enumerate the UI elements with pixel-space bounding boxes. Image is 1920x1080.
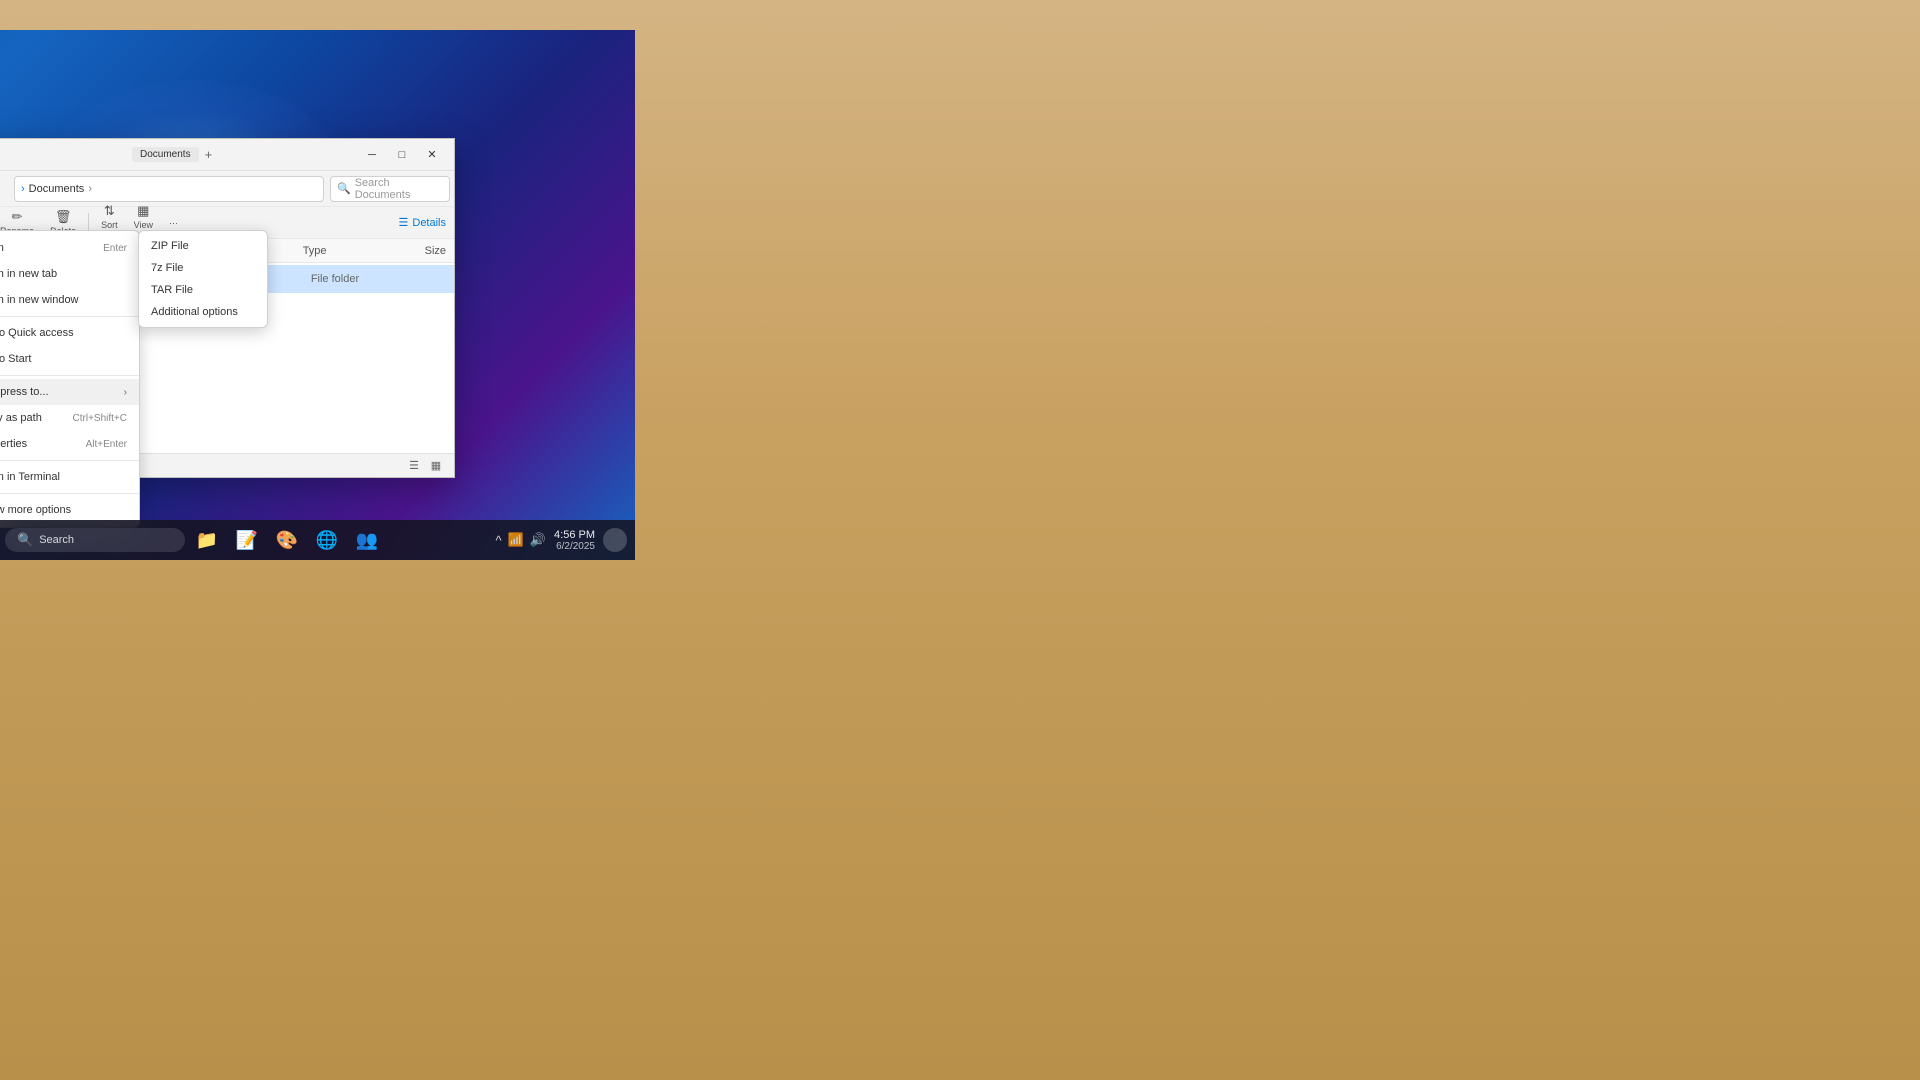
maximize-btn[interactable]: □ — [388, 143, 416, 167]
clock-date: 6/2/2025 — [556, 541, 595, 552]
taskbar-search-icon: 🔍 — [17, 532, 33, 548]
taskbar-teams-btn[interactable]: 👥 — [349, 522, 385, 558]
view-label: View — [134, 220, 153, 230]
ctx-pin-start[interactable]: 📍 Pin to Start — [0, 346, 139, 372]
address-chevron-icon: › — [21, 183, 25, 195]
ctx-open-shortcut: Enter — [103, 243, 127, 254]
taskbar: ⊞ 🔍 Search 📁 📝 🎨 🌐 👥 ^ 📶 🔊 4:56 PM 6/2/2… — [0, 520, 635, 560]
network-tray-icon: 📶 — [508, 532, 524, 548]
ctx-properties-shortcut: Alt+Enter — [86, 439, 127, 450]
clock-time: 4:56 PM — [554, 529, 595, 541]
taskbar-edge-btn[interactable]: 🌐 — [309, 522, 345, 558]
ctx-terminal-label: Open in Terminal — [0, 471, 127, 483]
rename-icon: ✏ — [12, 209, 23, 225]
new-tab-btn[interactable]: + — [205, 147, 213, 162]
sort-label: Sort — [101, 220, 118, 230]
more-label: ··· — [169, 218, 178, 228]
sub-zip-label: ZIP File — [151, 240, 189, 252]
ctx-sep-4 — [0, 493, 139, 494]
ctx-pin-quick-label: Pin to Quick access — [0, 327, 127, 339]
window-title: Documents — [0, 149, 128, 161]
sub-additional[interactable]: Additional options — [139, 301, 267, 323]
taskbar-center: 🔍 Search 📁 📝 🎨 🌐 👥 — [5, 522, 385, 558]
view-icon: ▦ — [137, 203, 149, 219]
title-bar: 📁 Documents Documents + ─ □ ✕ — [0, 139, 454, 171]
taskbar-file-explorer-btn[interactable]: 📁 — [189, 522, 225, 558]
address-end-chevron: › — [88, 183, 92, 195]
ctx-copy-path-label: Copy as path — [0, 412, 65, 424]
system-tray[interactable]: ^ 📶 🔊 — [496, 532, 546, 548]
details-toggle[interactable]: ☰ Details — [399, 216, 447, 229]
taskbar-clock[interactable]: 4:56 PM 6/2/2025 — [554, 529, 595, 552]
taskbar-search[interactable]: 🔍 Search — [5, 528, 185, 552]
sub-tar[interactable]: TAR File — [139, 279, 267, 301]
taskbar-right: ^ 📶 🔊 4:56 PM 6/2/2025 — [496, 528, 627, 552]
ctx-compress-label: Compress to... — [0, 386, 116, 398]
details-label: Details — [412, 217, 446, 229]
sub-7z[interactable]: 7z File — [139, 257, 267, 279]
view-toggle: ☰ ▦ — [404, 457, 446, 475]
close-btn[interactable]: ✕ — [418, 143, 446, 167]
taskbar-search-text: Search — [39, 534, 74, 546]
ctx-copy-path[interactable]: 📋 Copy as path Ctrl+Shift+C — [0, 405, 139, 431]
col-size-header: Size — [382, 245, 446, 257]
ctx-open-tab-label: Open in new tab — [0, 268, 127, 280]
ctx-open-window-label: Open in new window — [0, 294, 127, 306]
ctx-pin-start-label: Pin to Start — [0, 353, 127, 365]
sort-icon: ⇅ — [104, 203, 115, 219]
ctx-properties-label: Properties — [0, 438, 78, 450]
delete-icon: 🗑 — [55, 209, 72, 225]
tray-up-arrow-icon: ^ — [496, 533, 502, 548]
sub-7z-label: 7z File — [151, 262, 183, 274]
ctx-open-terminal[interactable]: 💻 Open in Terminal — [0, 464, 139, 490]
search-box[interactable]: 🔍 Search Documents — [330, 176, 450, 202]
sub-menu-compress: ZIP File 7z File TAR File Additional opt… — [138, 230, 268, 328]
breadcrumb-toggle[interactable]: □ — [0, 177, 8, 201]
col-type-header: Type — [303, 245, 383, 257]
address-bar[interactable]: › Documents › — [14, 176, 324, 202]
ctx-copy-path-shortcut: Ctrl+Shift+C — [73, 413, 127, 424]
ctx-compress[interactable]: 📦 Compress to... › — [0, 379, 139, 405]
volume-tray-icon: 🔊 — [530, 532, 546, 548]
ctx-open[interactable]: 📂 Open Enter — [0, 235, 139, 261]
details-icon: ☰ — [399, 216, 409, 229]
nav-bar: ← → ↑ ↻ □ › Documents › 🔍 Search Documen… — [0, 171, 454, 207]
tab-documents[interactable]: Documents — [132, 147, 199, 162]
taskbar-paint-btn[interactable]: 🎨 — [269, 522, 305, 558]
address-path: Documents — [29, 183, 85, 195]
ctx-sep-1 — [0, 316, 139, 317]
sub-tar-label: TAR File — [151, 284, 193, 296]
sub-additional-label: Additional options — [151, 306, 238, 318]
ctx-show-more-label: Show more options — [0, 504, 127, 516]
win11-desktop: 🗑️ Recycle Bin 📁 Water Files 🌐 Microsoft… — [0, 30, 635, 560]
notification-btn[interactable] — [603, 528, 627, 552]
list-view-btn[interactable]: ☰ — [404, 457, 424, 475]
ctx-pin-quick[interactable]: 📌 Pin to Quick access — [0, 320, 139, 346]
search-icon: 🔍 — [337, 182, 351, 195]
ctx-open-new-window[interactable]: 🪟 Open in new window — [0, 287, 139, 313]
taskbar-text-editor-btn[interactable]: 📝 — [229, 522, 265, 558]
ctx-compress-arrow-icon: › — [124, 387, 127, 398]
ctx-sep-3 — [0, 460, 139, 461]
title-bar-controls: ─ □ ✕ — [358, 143, 446, 167]
more-btn[interactable]: ··· — [163, 216, 184, 230]
ctx-properties[interactable]: ℹ Properties Alt+Enter — [0, 431, 139, 457]
search-placeholder: Search Documents — [355, 177, 443, 201]
file-type-screenshot: File folder — [311, 273, 386, 285]
context-menu: 📂 Open Enter 📑 Open in new tab 🪟 Open in… — [0, 230, 140, 528]
ctx-open-label: Open — [0, 242, 95, 254]
ctx-sep-2 — [0, 375, 139, 376]
sub-zip[interactable]: ZIP File — [139, 235, 267, 257]
minimize-btn[interactable]: ─ — [358, 143, 386, 167]
ctx-open-new-tab[interactable]: 📑 Open in new tab — [0, 261, 139, 287]
grid-view-btn[interactable]: ▦ — [426, 457, 446, 475]
